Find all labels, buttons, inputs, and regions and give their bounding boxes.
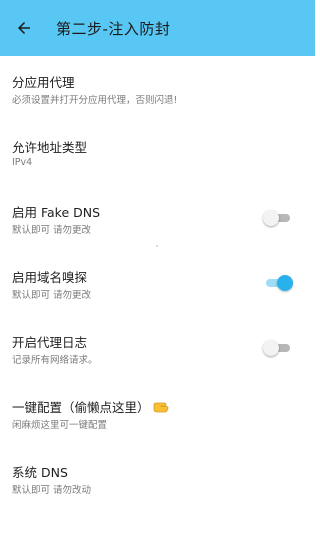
setting-title: 启用 Fake DNS	[12, 205, 101, 220]
setting-subtitle: 默认即可 请勿更改	[12, 290, 92, 301]
dot-mark	[156, 245, 158, 247]
setting-subtitle: 闲麻烦这里可一键配置	[12, 420, 108, 431]
setting-title: 允许地址类型	[12, 140, 88, 155]
setting-per-app-proxy[interactable]: 分应用代理 必须设置并打开分应用代理，否则闪退!	[0, 56, 315, 121]
setting-address-type[interactable]: 允许地址类型 IPv4	[0, 121, 315, 186]
setting-fake-dns[interactable]: 启用 Fake DNS 默认即可 请勿更改	[0, 186, 315, 251]
settings-list: 分应用代理 必须设置并打开分应用代理，否则闪退! 允许地址类型 IPv4 启用 …	[0, 56, 315, 511]
setting-domain-sniffing[interactable]: 启用域名嗅探 默认即可 请勿更改	[0, 251, 315, 316]
setting-subtitle: 必须设置并打开分应用代理，否则闪退!	[12, 95, 178, 106]
fake-dns-toggle[interactable]	[263, 210, 293, 226]
setting-title: 系统 DNS	[12, 465, 68, 480]
page-title: 第二步-注入防封	[56, 19, 171, 38]
setting-subtitle: 记录所有网络请求。	[12, 355, 98, 366]
setting-title: 分应用代理	[12, 75, 75, 90]
app-bar: 第二步-注入防封	[0, 0, 315, 56]
arrow-left-icon	[18, 22, 30, 34]
setting-subtitle: IPv4	[12, 157, 33, 168]
back-button[interactable]	[2, 0, 46, 56]
setting-system-dns[interactable]: 系统 DNS 默认即可 请勿改动	[0, 446, 315, 511]
toggle-thumb	[277, 275, 293, 291]
setting-title: 一键配置（偷懒点这里）	[12, 400, 150, 415]
setting-subtitle: 默认即可 请勿改动	[12, 485, 92, 496]
domain-sniffing-toggle[interactable]	[263, 275, 293, 291]
setting-title: 开启代理日志	[12, 335, 88, 350]
setting-title: 启用域名嗅探	[12, 270, 88, 285]
toggle-thumb	[263, 210, 279, 226]
proxy-log-toggle[interactable]	[263, 340, 293, 356]
toggle-thumb	[263, 340, 279, 356]
setting-proxy-log[interactable]: 开启代理日志 记录所有网络请求。	[0, 316, 315, 381]
setting-one-click-config[interactable]: 一键配置（偷懒点这里） 闲麻烦这里可一键配置	[0, 381, 315, 446]
setting-subtitle: 默认即可 请勿更改	[12, 225, 92, 236]
pointing-hand-icon	[153, 402, 168, 412]
setting-title-wrapper: 一键配置（偷懒点这里）	[12, 397, 171, 416]
